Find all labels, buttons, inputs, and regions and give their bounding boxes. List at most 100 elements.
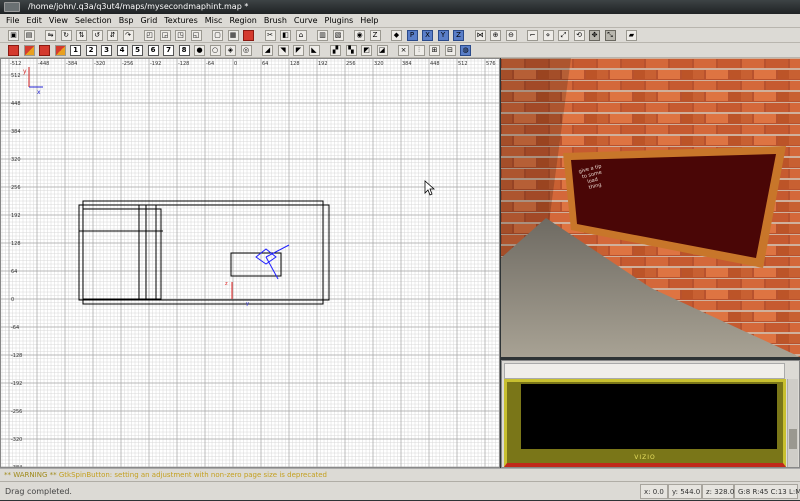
rotate-y-icon[interactable]: ↺ bbox=[91, 29, 103, 41]
camera-3d-render[interactable]: give a tip to some load thing bbox=[501, 58, 800, 357]
x-tick-label: -320 bbox=[94, 61, 105, 67]
select-inside-icon[interactable]: ◲ bbox=[159, 29, 171, 41]
x-tick-label: 128 bbox=[290, 61, 300, 67]
resize-icon[interactable]: ⤡ bbox=[604, 29, 616, 41]
bend-mode-icon[interactable]: ◍ bbox=[460, 44, 471, 56]
menu-region[interactable]: Region bbox=[229, 16, 256, 25]
drag-edges-icon[interactable]: ⌐ bbox=[527, 29, 538, 41]
menu-file[interactable]: File bbox=[6, 16, 19, 25]
coord-z-field: z: 328.0 bbox=[702, 484, 734, 499]
menu-bsp[interactable]: Bsp bbox=[119, 16, 134, 25]
texture-scrollbar[interactable] bbox=[787, 379, 798, 467]
x-tick-label: -448 bbox=[38, 61, 49, 67]
matrix-icon[interactable]: ⊞ bbox=[429, 44, 440, 56]
texture-preview[interactable]: VIZIO bbox=[504, 379, 786, 467]
texture-filter-bar[interactable] bbox=[504, 363, 785, 379]
rotate-z-icon[interactable]: ↷ bbox=[122, 29, 134, 41]
y-view-icon[interactable]: Y bbox=[437, 29, 449, 41]
status-bar: Drag completed. x: 0.0 y: 544.0 z: 328.0… bbox=[0, 481, 800, 500]
caulk-icon[interactable]: ◥ bbox=[277, 44, 289, 56]
scale-icon[interactable]: ⤢ bbox=[558, 29, 569, 41]
flip-y-icon[interactable]: ⇅ bbox=[76, 29, 87, 41]
select-partial-icon[interactable]: ◱ bbox=[190, 29, 202, 41]
filter-lights-icon[interactable]: ● bbox=[194, 44, 205, 56]
flip-x-icon[interactable]: ⇋ bbox=[45, 29, 56, 41]
translate-icon[interactable]: ✥ bbox=[589, 29, 600, 41]
patch-insert-icon[interactable]: ⊕ bbox=[490, 29, 501, 41]
view-top-icon[interactable]: ▥ bbox=[317, 29, 328, 41]
y-tick-label: 192 bbox=[11, 213, 21, 219]
rotate-x-icon[interactable]: ↻ bbox=[60, 29, 72, 41]
z-axis-icon[interactable]: Z bbox=[453, 29, 464, 41]
menu-brush[interactable]: Brush bbox=[264, 16, 287, 25]
csg-subtract-icon[interactable]: ▢ bbox=[212, 29, 223, 41]
layer-7-button[interactable]: 7 bbox=[163, 44, 174, 56]
y-tick-label: 448 bbox=[11, 101, 21, 107]
invert-icon[interactable]: ◣ bbox=[308, 44, 320, 56]
make-hollow-icon[interactable] bbox=[243, 29, 254, 41]
texture-scale-icon[interactable]: ◪ bbox=[376, 44, 388, 56]
layer-3-button[interactable]: 3 bbox=[101, 44, 112, 56]
cap-icon[interactable]: ◢ bbox=[262, 44, 273, 56]
menu-misc[interactable]: Misc bbox=[205, 16, 223, 25]
menu-selection[interactable]: Selection bbox=[75, 16, 112, 25]
view-side-icon[interactable]: ▧ bbox=[332, 29, 344, 41]
overlay-icon[interactable]: ⊟ bbox=[444, 44, 456, 56]
layer-4-button[interactable]: 4 bbox=[116, 44, 128, 56]
menu-edit[interactable]: Edit bbox=[26, 16, 42, 25]
z-view-icon[interactable]: Z bbox=[369, 29, 381, 41]
menu-view[interactable]: View bbox=[49, 16, 68, 25]
change-views-icon[interactable]: ◧ bbox=[280, 29, 291, 41]
y-tick-label: -192 bbox=[11, 381, 22, 387]
select-complete-icon[interactable]: ◰ bbox=[144, 29, 155, 41]
flip-z-icon[interactable]: ⇵ bbox=[107, 29, 118, 41]
entity-icon[interactable]: ◆ bbox=[391, 29, 402, 41]
menu-help[interactable]: Help bbox=[360, 16, 378, 25]
plugin-icon[interactable]: ▰ bbox=[626, 29, 637, 41]
xy-grid-view[interactable]: -576-512-448-384-320-256-192-128-6406412… bbox=[0, 58, 500, 468]
redisperse-icon[interactable]: ⫶ bbox=[413, 44, 425, 56]
camera-icon[interactable]: ◉ bbox=[354, 29, 365, 41]
texture-thumbnail[interactable] bbox=[521, 384, 777, 449]
layer-8-button[interactable]: 8 bbox=[178, 44, 190, 56]
filter-translucent-icon[interactable] bbox=[54, 44, 66, 56]
grid-canvas[interactable]: -576-512-448-384-320-256-192-128-6406412… bbox=[1, 59, 500, 468]
camera-view[interactable]: give a tip to some load thing bbox=[501, 58, 800, 357]
weld-icon[interactable]: ⨯ bbox=[398, 44, 409, 56]
filter-entities-icon[interactable] bbox=[23, 44, 35, 56]
x-tick-label: 64 bbox=[262, 61, 268, 67]
filter-clusterportals-icon[interactable]: ◈ bbox=[225, 44, 236, 56]
cubic-clip-icon[interactable]: P bbox=[406, 29, 418, 41]
filter-lightgrid-icon[interactable]: ◎ bbox=[240, 44, 252, 56]
drag-vertices-icon[interactable]: ⋄ bbox=[542, 29, 554, 41]
patch-bend-icon[interactable]: ⋈ bbox=[474, 29, 486, 41]
layer-6-button[interactable]: 6 bbox=[147, 44, 159, 56]
select-touching-icon[interactable]: ◳ bbox=[175, 29, 186, 41]
texture-lock-icon[interactable]: ⌂ bbox=[295, 29, 307, 41]
patch-delete-icon[interactable]: ⊖ bbox=[505, 29, 517, 41]
y-tick-label: 0 bbox=[11, 297, 14, 303]
rotate-icon[interactable]: ⟲ bbox=[573, 29, 585, 41]
layer-1-button[interactable]: 1 bbox=[70, 44, 81, 56]
texture-fit-icon[interactable]: ▞ bbox=[330, 44, 341, 56]
menu-textures[interactable]: Textures bbox=[164, 16, 197, 25]
menu-grid[interactable]: Grid bbox=[140, 16, 157, 25]
menu-curve[interactable]: Curve bbox=[294, 16, 318, 25]
clipper-icon[interactable]: ✂ bbox=[264, 29, 276, 41]
texture-natural-icon[interactable]: ▚ bbox=[345, 44, 357, 56]
texture-rotate-icon[interactable]: ◩ bbox=[361, 44, 372, 56]
thicken-icon[interactable]: ◤ bbox=[293, 44, 304, 56]
filter-paths-icon[interactable]: ○ bbox=[209, 44, 221, 56]
layer-5-button[interactable]: 5 bbox=[132, 44, 143, 56]
menu-plugins[interactable]: Plugins bbox=[325, 16, 354, 25]
open-icon[interactable]: ▣ bbox=[8, 29, 19, 41]
filter-world-icon[interactable] bbox=[8, 44, 19, 56]
filter-areaportals-icon[interactable] bbox=[39, 44, 50, 56]
x-view-icon[interactable]: X bbox=[422, 29, 433, 41]
y-tick-label: 128 bbox=[11, 241, 21, 247]
save-icon[interactable]: ▤ bbox=[23, 29, 35, 41]
x-tick-label: -512 bbox=[10, 61, 21, 67]
scrollbar-thumb[interactable] bbox=[789, 429, 797, 449]
csg-merge-icon[interactable]: ▦ bbox=[227, 29, 239, 41]
layer-2-button[interactable]: 2 bbox=[85, 44, 97, 56]
